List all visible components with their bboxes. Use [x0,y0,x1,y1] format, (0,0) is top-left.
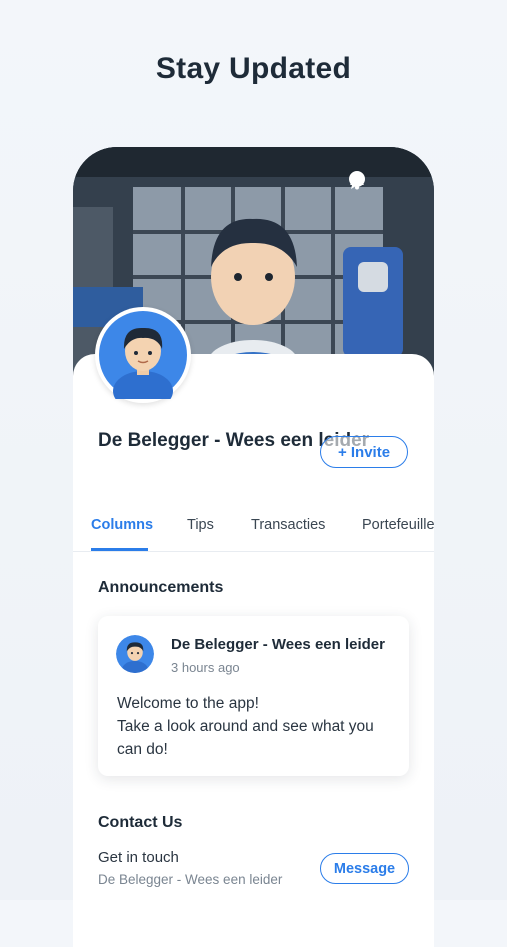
active-tab-indicator [91,548,148,551]
announcement-card[interactable]: De Belegger - Wees een leider 3 hours ag… [98,616,409,776]
bell-icon[interactable] [350,169,412,191]
post-line: Welcome to the app! [117,695,259,712]
contact-line: Get in touch [98,849,179,866]
phone-frame: De Belegger - Wees een leider + Invite C… [73,147,434,947]
contact-title: Contact Us [98,814,183,831]
invite-button[interactable]: + Invite [320,436,408,468]
post-body: Welcome to the app! Take a look around a… [117,692,397,761]
tab-columns[interactable]: Columns [91,517,153,533]
profile-avatar [95,307,191,403]
tab-portefeuille[interactable]: Portefeuille [362,517,434,533]
announcements-title: Announcements [98,579,224,596]
tab-tips[interactable]: Tips [187,517,214,533]
headline: Stay Updated [155,52,352,85]
tab-bar: Columns Tips Transacties Portefeuille [73,509,434,552]
tab-transacties[interactable]: Transacties [251,517,325,533]
message-button[interactable]: Message [320,853,409,884]
post-author: De Belegger - Wees een leider [171,636,385,653]
author-avatar [116,635,154,673]
post-line: Take a look around and see what you [117,718,374,735]
post-time: 3 hours ago [171,660,240,675]
post-line: can do! [117,741,168,758]
contact-subtitle: De Belegger - Wees een leider [98,872,283,887]
